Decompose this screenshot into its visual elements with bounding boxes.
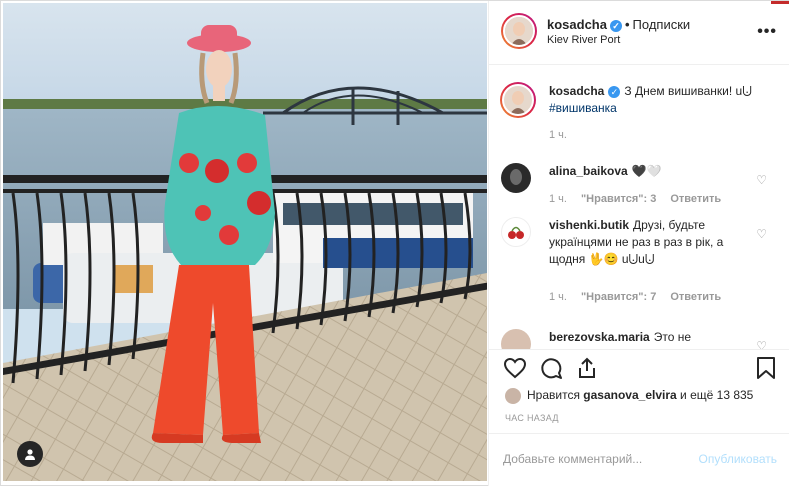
comment-text: 🖤🤍 [631,164,662,178]
hashtag-link[interactable]: #вишиванка [549,101,617,115]
comment-meta: 1 ч. "Нравится": 3 Ответить [549,193,735,205]
caption-text-block: kosadcha ✓ З Днем вишиванки! u⨃ #вишиванка [549,83,759,117]
bookmark-icon[interactable] [755,356,777,380]
username-link[interactable]: kosadcha [547,17,607,32]
comment-text-block: alina_baikova 🖤🤍 [549,163,759,180]
location-link[interactable]: Kiev River Port [547,34,620,46]
post-container: kosadcha ✓ • Подписки Kiev River Port ••• k… [0,0,789,486]
corner-accent [771,1,789,4]
post-timestamp[interactable]: ЧАС НАЗАД [505,413,559,423]
photo-illustration [3,3,487,481]
comment-time[interactable]: 1 ч. [549,291,567,303]
comment-username[interactable]: berezovska.maria [549,330,650,344]
post-photo[interactable] [3,3,487,481]
comment-likes-count[interactable]: "Нравится": 3 [581,193,656,205]
header-username-line: kosadcha ✓ • Подписки [547,17,690,32]
comment-meta: 1 ч. "Нравится": 7 Ответить [549,291,735,303]
avatar [505,388,521,404]
follow-status-button[interactable]: Подписки [633,17,691,32]
reply-button[interactable]: Ответить [670,291,721,303]
likes-prefix: Нравится [527,388,580,403]
heart-icon[interactable] [503,356,527,380]
comment-likes-count[interactable]: "Нравится": 7 [581,291,656,303]
comment-input[interactable] [503,452,673,466]
like-comment-heart-icon[interactable]: ♡ [756,339,767,349]
likes-summary[interactable]: Нравится gasanova_elvira и ещё 13 835 [505,388,753,404]
separator: • [624,17,630,32]
share-icon[interactable] [575,356,599,380]
publish-button[interactable]: Опубликовать [699,452,777,466]
avatar[interactable] [501,329,531,349]
tagged-users-button[interactable] [17,441,43,467]
post-header: kosadcha ✓ • Подписки Kiev River Port ••• [489,1,789,65]
comment-username[interactable]: alina_baikova [549,164,628,178]
avatar[interactable] [503,15,535,47]
add-comment-bar: Опубликовать [489,433,789,486]
comment-text-block: vishenki.butik Друзі, будьте українцями н… [549,217,759,268]
comment-text: Это не [653,330,692,344]
avatar[interactable] [502,84,534,116]
comment-time[interactable]: 1 ч. [549,193,567,205]
comment-text-block: berezovska.maria Это не [549,329,759,346]
caption-meta: 1 ч. [549,129,581,141]
post-actions: Нравится gasanova_elvira и ещё 13 835 ЧА… [489,349,789,433]
more-options-button[interactable]: ••• [757,23,777,41]
verified-badge-icon: ✓ [609,19,622,32]
likes-user-link[interactable]: gasanova_elvira [583,388,676,402]
caption-username[interactable]: kosadcha [549,84,604,98]
caption-time[interactable]: 1 ч. [549,129,567,141]
caption-text: З Днем вишиванки! u⨃ [624,84,752,98]
comments-list[interactable]: kosadcha ✓ З Днем вишиванки! u⨃ #вишиванка… [489,65,789,349]
avatar[interactable] [501,163,531,193]
user-icon [25,449,35,460]
comment-icon[interactable] [539,356,563,380]
verified-badge-icon: ✓ [608,85,621,98]
post-side-panel: kosadcha ✓ • Подписки Kiev River Port ••• k… [488,1,789,486]
avatar[interactable] [501,217,531,247]
reply-button[interactable]: Ответить [670,193,721,205]
like-comment-heart-icon[interactable]: ♡ [756,227,767,241]
likes-suffix[interactable]: и ещё 13 835 [680,388,753,402]
like-comment-heart-icon[interactable]: ♡ [756,173,767,187]
comment-username[interactable]: vishenki.butik [549,218,629,232]
